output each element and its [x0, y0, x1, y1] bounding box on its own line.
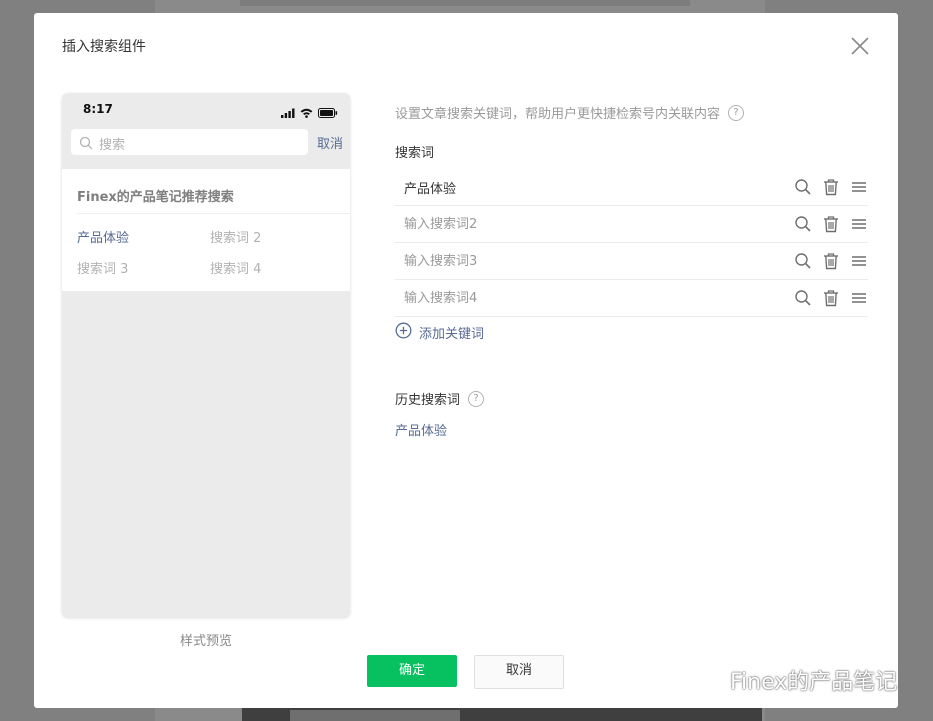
add-keyword-button[interactable]: 添加关键词 — [395, 322, 484, 343]
keyword-list — [395, 169, 868, 317]
search-icon[interactable] — [794, 289, 812, 307]
keyword-input-4[interactable] — [395, 284, 789, 312]
drag-handle-icon[interactable] — [850, 178, 868, 196]
close-icon[interactable] — [849, 35, 871, 57]
watermark: Finex的产品笔记 — [686, 664, 897, 696]
help-icon[interactable]: ? — [468, 390, 485, 407]
dialog-title: 插入搜索组件 — [62, 39, 146, 55]
search-icon[interactable] — [794, 252, 812, 270]
wifi-icon — [300, 103, 313, 122]
preview-search-row: 搜索 取消 — [62, 127, 350, 169]
watermark-text: Finex的产品笔记 — [730, 670, 898, 695]
drag-handle-icon[interactable] — [850, 252, 868, 270]
signal-icon — [281, 103, 295, 122]
add-keyword-label: 添加关键词 — [419, 327, 485, 342]
recommend-item[interactable]: 搜索词 3 — [77, 258, 128, 277]
keyword-row — [395, 280, 868, 317]
insert-search-dialog: 插入搜索组件 8:17 搜索 取消 Finex的产品笔记推荐搜索 产品体验 搜索… — [34, 13, 898, 708]
keyword-row — [395, 243, 868, 280]
keywords-label: 搜索词 — [395, 146, 435, 161]
preview-search-input[interactable]: 搜索 — [71, 129, 308, 155]
search-icon[interactable] — [794, 178, 812, 196]
history-item[interactable]: 产品体验 — [395, 420, 447, 439]
keyword-input-1[interactable] — [395, 173, 789, 201]
trash-icon[interactable] — [822, 215, 840, 233]
keyword-input-2[interactable] — [395, 210, 789, 238]
trash-icon[interactable] — [822, 178, 840, 196]
preview-search-placeholder: 搜索 — [99, 138, 126, 153]
status-time: 8:17 — [83, 102, 113, 116]
phone-preview: 8:17 搜索 取消 Finex的产品笔记推荐搜索 产品体验 搜索词 2 搜索词… — [62, 93, 350, 617]
trash-icon[interactable] — [822, 252, 840, 270]
recommend-item[interactable]: 产品体验 — [77, 227, 129, 246]
search-icon[interactable] — [794, 215, 812, 233]
description-text: 设置文章搜索关键词，帮助用户更快捷检索号内关联内容 — [395, 107, 721, 122]
settings-description: 设置文章搜索关键词，帮助用户更快捷检索号内关联内容 ? — [395, 103, 745, 122]
preview-caption: 样式预览 — [180, 634, 233, 649]
recommend-title: Finex的产品笔记推荐搜索 — [77, 190, 234, 205]
help-icon[interactable]: ? — [728, 104, 745, 121]
keyword-row — [395, 206, 868, 243]
plus-circle-icon — [395, 322, 412, 343]
preview-cancel-link[interactable]: 取消 — [317, 133, 343, 152]
history-section: 历史搜索词 ? — [395, 389, 485, 408]
recommend-item[interactable]: 搜索词 4 — [210, 258, 261, 277]
wechat-logo-icon — [686, 665, 724, 695]
trash-icon[interactable] — [822, 289, 840, 307]
drag-handle-icon[interactable] — [850, 215, 868, 233]
keyword-row — [395, 169, 868, 206]
background-page-bottom-inner — [290, 710, 460, 721]
keyword-input-3[interactable] — [395, 247, 789, 275]
confirm-button[interactable]: 确定 — [367, 655, 457, 687]
cancel-button[interactable]: 取消 — [474, 655, 564, 689]
drag-handle-icon[interactable] — [850, 289, 868, 307]
divider — [77, 213, 350, 214]
history-label: 历史搜索词 — [395, 393, 461, 408]
search-icon — [79, 135, 93, 154]
background-page-top — [240, 0, 690, 6]
recommend-panel: Finex的产品笔记推荐搜索 产品体验 搜索词 2 搜索词 3 搜索词 4 — [62, 169, 350, 291]
recommend-item[interactable]: 搜索词 2 — [210, 227, 261, 246]
status-bar: 8:17 — [62, 93, 350, 127]
battery-icon — [318, 103, 338, 122]
